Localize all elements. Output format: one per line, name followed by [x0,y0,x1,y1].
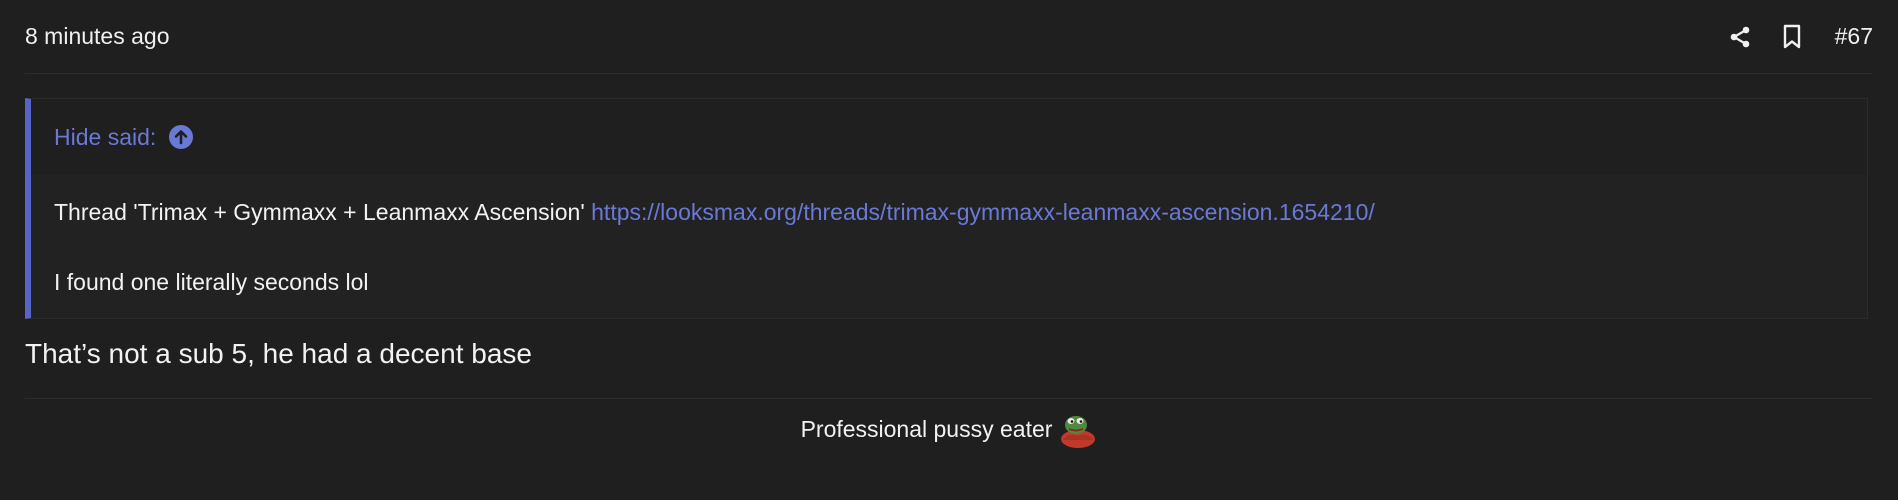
signature-text: Professional pussy eater [800,415,1053,442]
signature: Professional pussy eater [25,398,1873,459]
post-number-link[interactable]: #67 [1835,23,1873,50]
post-timestamp[interactable]: 8 minutes ago [25,23,169,50]
quote-body: Thread 'Trimax + Gymmaxx + Leanmaxx Asce… [31,175,1867,318]
bookmark-icon[interactable] [1779,24,1805,50]
quote-thread-title: Thread 'Trimax + Gymmaxx + Leanmaxx Asce… [54,199,585,225]
arrow-up-circle-icon[interactable] [168,124,194,150]
post-actions: #67 [1727,23,1873,50]
share-icon[interactable] [1727,24,1753,50]
pepe-emoji-icon [1059,410,1097,448]
quote-text: I found one literally seconds lol [54,269,369,295]
post-header: 8 minutes ago #67 [25,0,1873,74]
post-body-text: That’s not a sub 5, he had a decent base [25,338,532,369]
quote-thread-line: Thread 'Trimax + Gymmaxx + Leanmaxx Asce… [54,175,1867,227]
quote-block: Hide said: Thread 'Trimax + Gymmaxx + Le… [25,98,1868,319]
quote-header: Hide said: [31,99,1867,175]
quote-author[interactable]: Hide said: [54,124,156,151]
quote-thread-link[interactable]: https://looksmax.org/threads/trimax-gymm… [591,199,1375,225]
